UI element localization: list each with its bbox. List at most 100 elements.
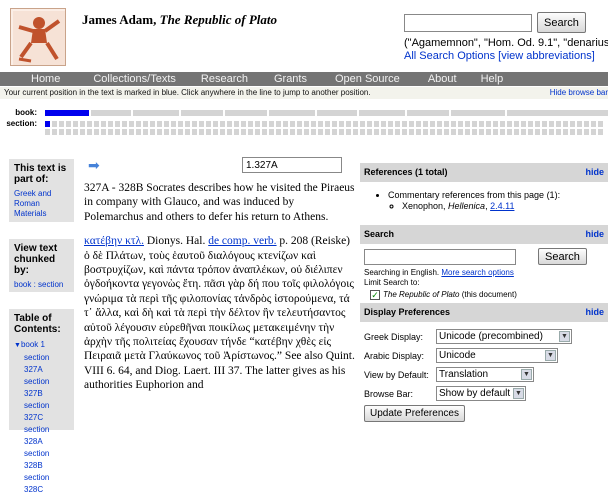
section-segment[interactable] bbox=[73, 129, 78, 135]
section-segment[interactable] bbox=[339, 129, 344, 135]
section-segment[interactable] bbox=[332, 121, 337, 127]
section-segment[interactable] bbox=[549, 121, 554, 127]
nav-home[interactable]: Home bbox=[31, 72, 60, 86]
section-segment[interactable] bbox=[514, 121, 519, 127]
section-segment[interactable] bbox=[150, 129, 155, 135]
book-segment[interactable] bbox=[269, 110, 315, 116]
section-segment[interactable] bbox=[213, 129, 218, 135]
section-segment[interactable] bbox=[234, 121, 239, 127]
section-segment[interactable] bbox=[402, 121, 407, 127]
toc-section-327b[interactable]: section 327B bbox=[14, 376, 69, 400]
book-segment[interactable] bbox=[359, 110, 405, 116]
section-segment[interactable] bbox=[45, 121, 50, 127]
view-abbreviations-link[interactable]: [view abbreviations] bbox=[498, 50, 595, 62]
section-segment[interactable] bbox=[87, 121, 92, 127]
section-segment[interactable] bbox=[353, 129, 358, 135]
nav-open-source[interactable]: Open Source bbox=[335, 72, 400, 86]
section-browse-bar[interactable] bbox=[45, 121, 608, 137]
section-segment[interactable] bbox=[556, 129, 561, 135]
toc-section-328b[interactable]: section 328B bbox=[14, 448, 69, 472]
toc-section-327a[interactable]: section 327A bbox=[14, 352, 69, 376]
section-segment[interactable] bbox=[122, 121, 127, 127]
section-segment[interactable] bbox=[416, 121, 421, 127]
more-search-options-link[interactable]: More search options bbox=[441, 268, 513, 277]
section-segment[interactable] bbox=[325, 121, 330, 127]
section-segment[interactable] bbox=[122, 129, 127, 135]
section-segment[interactable] bbox=[59, 121, 64, 127]
section-segment[interactable] bbox=[535, 129, 540, 135]
section-segment[interactable] bbox=[423, 121, 428, 127]
section-segment[interactable] bbox=[374, 121, 379, 127]
section-segment[interactable] bbox=[297, 129, 302, 135]
section-segment[interactable] bbox=[108, 129, 113, 135]
book-segment[interactable] bbox=[181, 110, 223, 116]
section-segment[interactable] bbox=[129, 121, 134, 127]
section-segment[interactable] bbox=[283, 129, 288, 135]
section-segment[interactable] bbox=[563, 121, 568, 127]
section-segment[interactable] bbox=[465, 129, 470, 135]
section-segment[interactable] bbox=[241, 129, 246, 135]
section-segment[interactable] bbox=[346, 121, 351, 127]
section-segment[interactable] bbox=[486, 129, 491, 135]
section-segment[interactable] bbox=[528, 129, 533, 135]
section-segment[interactable] bbox=[423, 129, 428, 135]
section-segment[interactable] bbox=[458, 129, 463, 135]
section-segment[interactable] bbox=[171, 129, 176, 135]
section-segment[interactable] bbox=[150, 121, 155, 127]
section-segment[interactable] bbox=[52, 129, 57, 135]
nav-grants[interactable]: Grants bbox=[274, 72, 307, 86]
section-segment[interactable] bbox=[304, 129, 309, 135]
section-segment[interactable] bbox=[206, 121, 211, 127]
perseus-logo[interactable] bbox=[10, 8, 66, 66]
section-segment[interactable] bbox=[584, 129, 589, 135]
nav-about[interactable]: About bbox=[428, 72, 457, 86]
browse-bar-select[interactable]: Show by default ▼ bbox=[436, 386, 526, 401]
xenophon-hellenica-link[interactable]: 2.4.11 bbox=[490, 201, 514, 211]
section-segment[interactable] bbox=[437, 129, 442, 135]
section-segment[interactable] bbox=[556, 121, 561, 127]
section-segment[interactable] bbox=[129, 129, 134, 135]
book-segment[interactable] bbox=[317, 110, 357, 116]
section-segment[interactable] bbox=[549, 129, 554, 135]
section-segment[interactable] bbox=[248, 129, 253, 135]
book-segment[interactable] bbox=[407, 110, 449, 116]
section-segment[interactable] bbox=[311, 121, 316, 127]
section-segment[interactable] bbox=[192, 129, 197, 135]
toc-section-328c[interactable]: section 328C bbox=[14, 472, 69, 496]
jump-to-location-input[interactable] bbox=[242, 157, 342, 173]
section-segment[interactable] bbox=[542, 121, 547, 127]
section-segment[interactable] bbox=[451, 121, 456, 127]
lemma-link[interactable]: κατέβην κτλ. bbox=[84, 235, 144, 247]
section-segment[interactable] bbox=[598, 129, 603, 135]
book-segment[interactable] bbox=[507, 110, 608, 116]
section-segment[interactable] bbox=[143, 129, 148, 135]
section-segment[interactable] bbox=[542, 129, 547, 135]
section-segment[interactable] bbox=[276, 121, 281, 127]
section-segment[interactable] bbox=[500, 129, 505, 135]
section-segment[interactable] bbox=[80, 121, 85, 127]
section-segment[interactable] bbox=[591, 121, 596, 127]
section-segment[interactable] bbox=[80, 129, 85, 135]
section-segment[interactable] bbox=[521, 121, 526, 127]
section-segment[interactable] bbox=[486, 121, 491, 127]
nav-collections[interactable]: Collections/Texts bbox=[93, 72, 176, 86]
section-segment[interactable] bbox=[115, 121, 120, 127]
section-segment[interactable] bbox=[493, 121, 498, 127]
section-segment[interactable] bbox=[171, 121, 176, 127]
search-hide-link[interactable]: hide bbox=[585, 225, 604, 244]
section-segment[interactable] bbox=[395, 129, 400, 135]
section-segment[interactable] bbox=[199, 129, 204, 135]
nav-research[interactable]: Research bbox=[201, 72, 248, 86]
de-comp-verb-link[interactable]: de comp. verb. bbox=[208, 235, 276, 247]
section-segment[interactable] bbox=[409, 121, 414, 127]
section-segment[interactable] bbox=[199, 121, 204, 127]
toc-book-1[interactable]: ▼book 1 bbox=[14, 339, 69, 352]
section-segment[interactable] bbox=[311, 129, 316, 135]
section-segment[interactable] bbox=[346, 129, 351, 135]
section-segment[interactable] bbox=[269, 121, 274, 127]
section-segment[interactable] bbox=[66, 129, 71, 135]
section-segment[interactable] bbox=[52, 121, 57, 127]
section-segment[interactable] bbox=[416, 129, 421, 135]
section-segment[interactable] bbox=[528, 121, 533, 127]
section-segment[interactable] bbox=[213, 121, 218, 127]
